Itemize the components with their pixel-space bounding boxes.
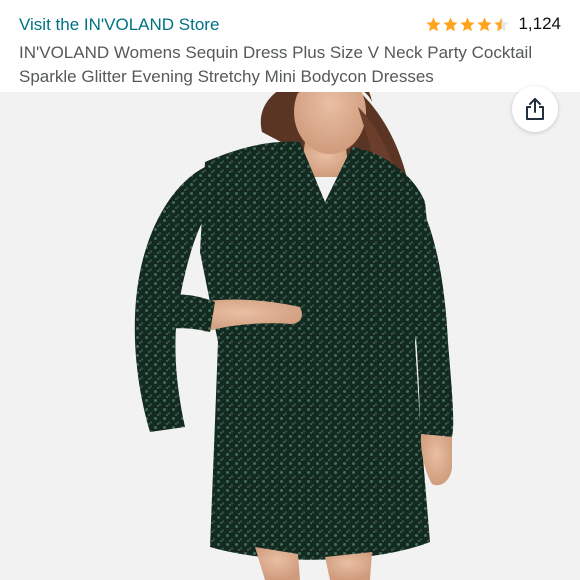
half-star-icon xyxy=(494,16,510,31)
dress-illustration xyxy=(134,92,454,580)
store-link[interactable]: Visit the IN'VOLAND Store xyxy=(19,15,219,35)
star-icon xyxy=(426,16,442,31)
left-forearm xyxy=(150,294,215,332)
product-header: Visit the IN'VOLAND Store 1,124 IN'VOLAN… xyxy=(0,0,580,92)
star-rating[interactable] xyxy=(425,16,510,33)
share-icon xyxy=(526,98,544,120)
share-button[interactable] xyxy=(512,86,558,132)
review-count[interactable]: 1,124 xyxy=(518,14,561,34)
product-image[interactable] xyxy=(0,92,580,580)
star-icon xyxy=(477,16,493,31)
right-hand xyxy=(420,434,452,486)
rating[interactable]: 1,124 xyxy=(425,14,561,34)
star-icon xyxy=(443,16,459,31)
star-icon xyxy=(460,16,476,31)
product-title: IN'VOLAND Womens Sequin Dress Plus Size … xyxy=(19,43,533,86)
dress xyxy=(200,141,430,560)
